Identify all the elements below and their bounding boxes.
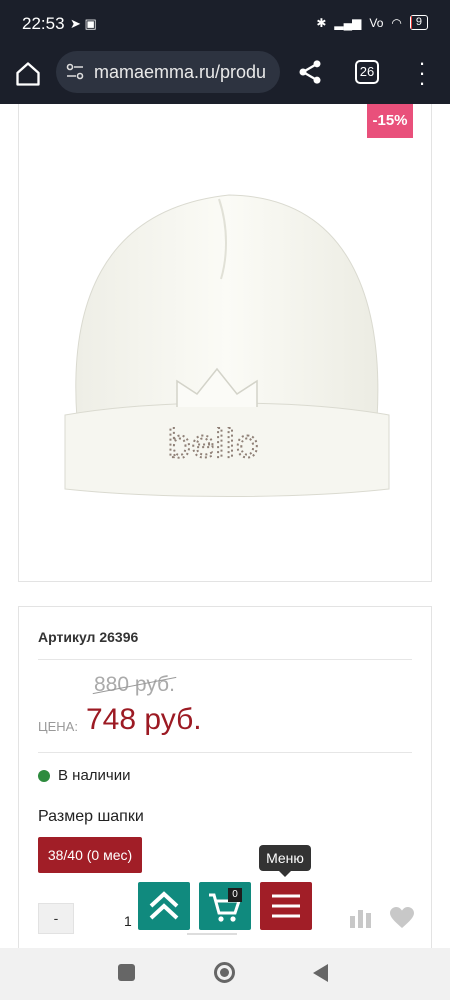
vowifi-icon: Vo bbox=[369, 15, 384, 30]
price-label: ЦЕНА: bbox=[38, 719, 78, 734]
recents-icon[interactable] bbox=[118, 964, 135, 981]
system-navigation-bar bbox=[0, 948, 450, 1000]
quantity-value[interactable]: 1 bbox=[124, 913, 132, 929]
page-content: -15% bello Артикул 26396 880 руб. ЦЕНА: … bbox=[0, 104, 450, 948]
battery-fill bbox=[410, 16, 413, 29]
stock-status-icon bbox=[38, 770, 50, 782]
home-icon[interactable] bbox=[14, 60, 42, 88]
divider bbox=[38, 752, 412, 753]
status-time: 22:53 bbox=[22, 14, 65, 33]
size-option-button[interactable]: 38/40 (0 мес) bbox=[38, 837, 142, 873]
menu-icon bbox=[272, 894, 300, 918]
home-circle-icon[interactable] bbox=[214, 962, 235, 983]
more-options-icon[interactable]: · · · bbox=[414, 52, 430, 94]
share-icon[interactable] bbox=[296, 58, 324, 86]
divider bbox=[38, 659, 412, 660]
tab-switcher-button[interactable]: 26 bbox=[355, 60, 379, 84]
battery-level: 9 bbox=[415, 16, 422, 28]
wifi-icon: ◠ bbox=[391, 15, 402, 30]
system-icons: ✱ ▂▄▆ Vo ◠ 9 bbox=[316, 15, 428, 30]
cart-count-badge: 0 bbox=[228, 888, 242, 902]
product-image[interactable]: bello bbox=[59, 189, 393, 501]
back-icon[interactable] bbox=[313, 964, 328, 982]
menu-button[interactable] bbox=[260, 882, 312, 930]
favorite-heart-icon[interactable] bbox=[390, 907, 414, 929]
url-bar[interactable]: mamaemma.ru/produ bbox=[56, 51, 280, 93]
scroll-top-button[interactable] bbox=[138, 882, 190, 930]
stock-status: В наличии bbox=[58, 767, 131, 784]
url-text: mamaemma.ru/produ bbox=[94, 62, 267, 82]
quantity-decrease-button[interactable]: - bbox=[38, 903, 74, 934]
battery-icon: 9 bbox=[409, 15, 428, 30]
status-bar: 22:53 ➤ ▣ ✱ ▂▄▆ Vo ◠ 9 bbox=[0, 0, 450, 46]
product-image-card: -15% bello bbox=[18, 104, 432, 582]
sku-label: Артикул 26396 bbox=[38, 629, 139, 645]
notification-icons: ➤ ▣ bbox=[70, 16, 97, 31]
cart-icon bbox=[209, 893, 242, 922]
discount-badge: -15% bbox=[367, 104, 413, 138]
quantity-field-underline bbox=[187, 933, 237, 935]
site-settings-icon[interactable] bbox=[66, 63, 84, 81]
browser-toolbar: mamaemma.ru/produ 26 · · · bbox=[0, 46, 450, 104]
size-label: Размер шапки bbox=[38, 808, 144, 825]
cart-button[interactable]: 0 bbox=[199, 882, 251, 930]
hat-embellishment-text: bello bbox=[167, 422, 259, 466]
menu-tooltip: Меню bbox=[259, 845, 311, 877]
current-price: 748 руб. bbox=[86, 703, 202, 736]
signal-icon: ▂▄▆ bbox=[334, 15, 362, 30]
chevron-double-up-icon bbox=[149, 891, 179, 920]
old-price: 880 руб. bbox=[92, 673, 177, 697]
bluetooth-icon: ✱ bbox=[316, 15, 327, 30]
compare-icon[interactable] bbox=[350, 908, 372, 928]
